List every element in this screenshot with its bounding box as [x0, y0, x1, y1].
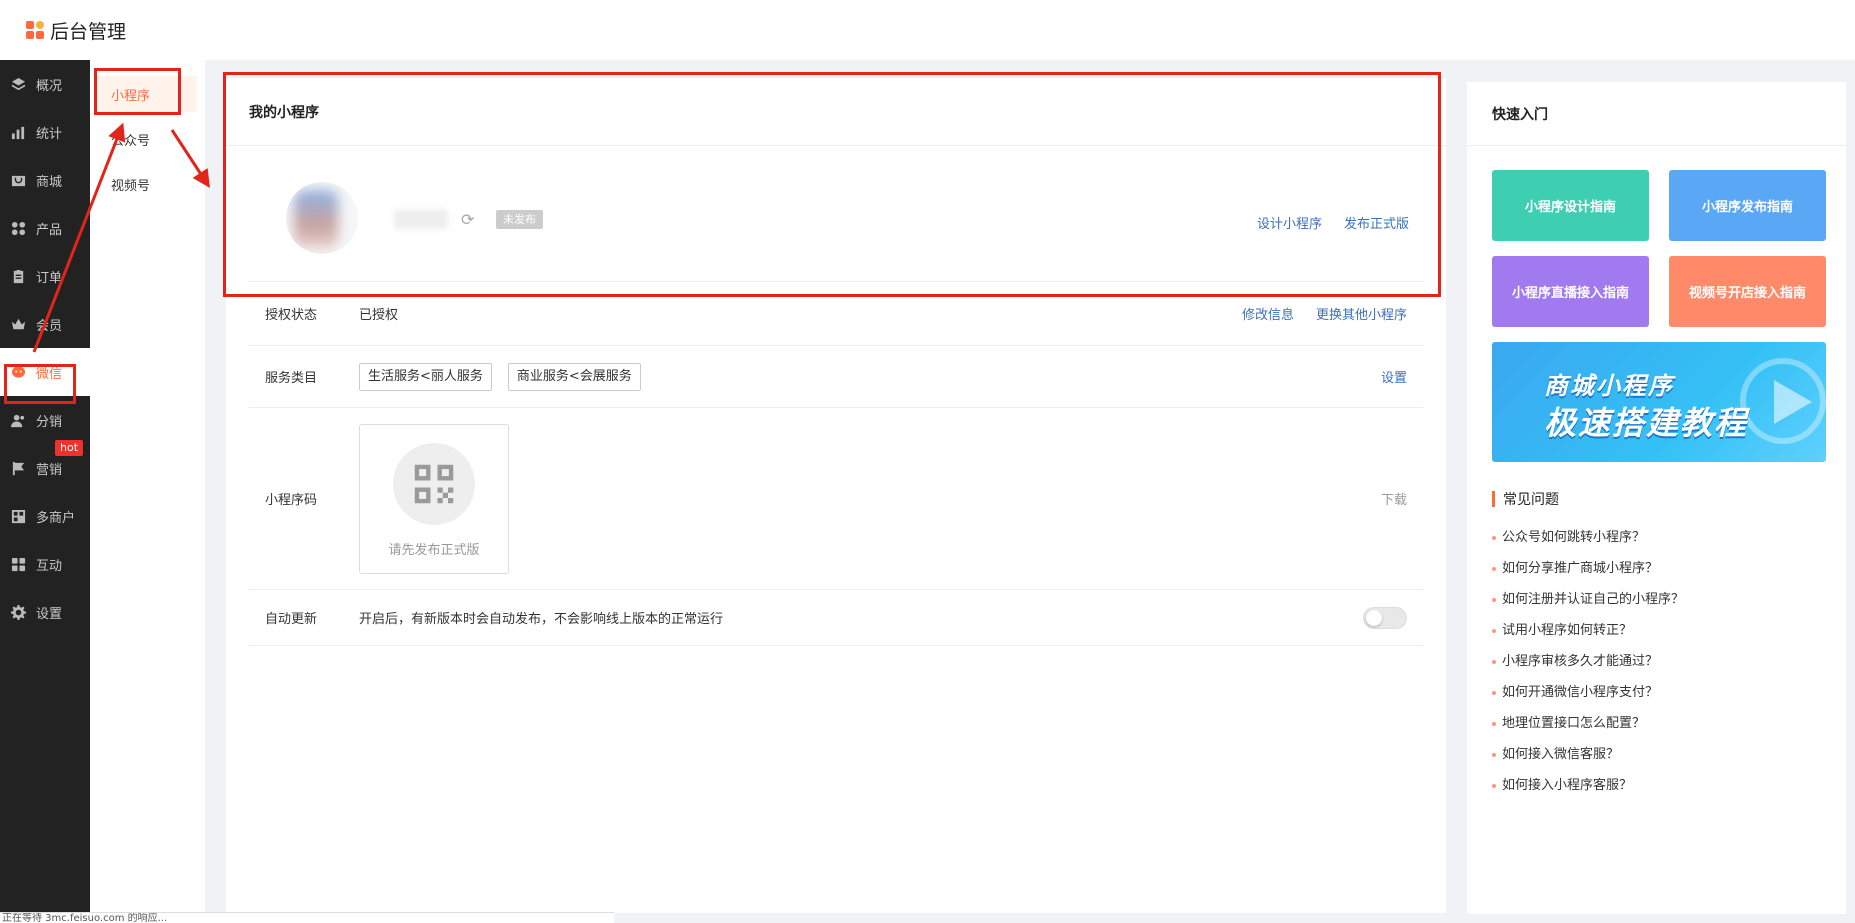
chart-icon: [10, 124, 26, 140]
tile-video-shop-guide[interactable]: 视频号开店接入指南: [1669, 256, 1826, 327]
layers-icon: [10, 76, 26, 92]
sidebar-item-multi-merchant[interactable]: 多商户: [0, 492, 90, 540]
faq-item[interactable]: 如何分享推广商城小程序？: [1492, 553, 1684, 584]
flag-icon: [10, 460, 26, 476]
app-title: 后台管理: [50, 20, 127, 43]
sidebar-item-label: 统计: [36, 126, 63, 142]
qrcode-placeholder: 请先发布正式版: [359, 423, 509, 574]
subnav-item-video-account[interactable]: 视频号: [96, 166, 197, 202]
sidebar-item-label: 商城: [36, 174, 63, 190]
design-miniprogram-link[interactable]: 设计小程序: [1257, 213, 1322, 232]
wechat-icon: [10, 364, 26, 380]
shop-icon: [10, 172, 26, 188]
sidebar-item-marketing[interactable]: 营销 hot: [0, 440, 90, 492]
refresh-icon[interactable]: ⟳: [461, 210, 474, 229]
card-title: 我的小程序: [226, 78, 1446, 146]
faq-list: 公众号如何跳转小程序？ 如何分享推广商城小程序？ 如何注册并认证自己的小程序？ …: [1492, 522, 1684, 801]
quick-start-tiles: 小程序设计指南 小程序发布指南 小程序直播接入指南 视频号开店接入指南: [1492, 170, 1826, 327]
service-category-row: 服务类目 生活服务<丽人服务 商业服务<会展服务 设置: [249, 346, 1423, 408]
sidebar-item-orders[interactable]: 订单: [0, 252, 90, 300]
sidebar-item-label: 产品: [36, 222, 63, 238]
banner-line2: 极速搭建教程: [1544, 404, 1749, 442]
status-badge: 未发布: [496, 210, 543, 229]
quick-start-title: 快速入门: [1467, 82, 1846, 146]
sidebar-item-label: 会员: [36, 318, 63, 334]
download-qrcode-link[interactable]: 下载: [1381, 489, 1407, 508]
auto-update-label: 自动更新: [265, 612, 318, 627]
sidebar-item-stats[interactable]: 统计: [0, 108, 90, 156]
subnav-item-miniprogram[interactable]: 小程序: [96, 76, 197, 112]
miniprogram-actions: 设计小程序 发布正式版: [1257, 213, 1409, 232]
faq-item[interactable]: 如何开通微信小程序支付？: [1492, 677, 1684, 708]
switch-miniprogram-link[interactable]: 更换其他小程序: [1316, 304, 1407, 323]
faq-title: 常见问题: [1492, 489, 1559, 509]
play-icon: [1774, 380, 1812, 424]
miniprogram-avatar: [286, 182, 358, 254]
sidebar-item-distribution[interactable]: 分销: [0, 396, 90, 444]
top-header: 后台管理: [0, 0, 1855, 60]
grid-icon: [10, 220, 26, 236]
primary-sidebar: 概况 统计 商城 产品 订单 会员 微信 分销 营销 hot 多商户 互动 设置: [0, 60, 90, 923]
qrcode-label: 小程序码: [265, 493, 318, 508]
sidebar-item-label: 设置: [36, 606, 63, 622]
banner-line1: 商城小程序: [1544, 372, 1674, 400]
category-tag: 生活服务<丽人服务: [359, 362, 492, 391]
qrcode-icon: [393, 442, 475, 525]
sidebar-item-label: 多商户: [36, 510, 76, 526]
sidebar-item-label: 分销: [36, 414, 63, 430]
tile-design-guide[interactable]: 小程序设计指南: [1492, 170, 1649, 241]
app-logo-icon: [26, 21, 44, 39]
sidebar-item-label: 微信: [36, 366, 63, 382]
faq-item[interactable]: 试用小程序如何转正？: [1492, 615, 1684, 646]
tutorial-banner[interactable]: 商城小程序 极速搭建教程: [1492, 342, 1826, 462]
sidebar-item-settings[interactable]: 设置: [0, 588, 90, 636]
users-icon: [10, 412, 26, 428]
store-icon: [10, 508, 26, 524]
gear-icon: [10, 604, 26, 620]
sidebar-item-label: 互动: [36, 558, 63, 574]
my-miniprogram-card: 我的小程序 ⟳ 未发布 设计小程序 发布正式版 授权状态 已授权 修改信息 更换…: [226, 78, 1446, 913]
miniprogram-summary: ⟳ 未发布 设计小程序 发布正式版: [249, 146, 1423, 282]
publish-release-link[interactable]: 发布正式版: [1344, 213, 1409, 232]
faq-item[interactable]: 如何接入小程序客服？: [1492, 770, 1684, 801]
qrcode-hint: 请先发布正式版: [388, 542, 480, 558]
service-category-label: 服务类目: [265, 371, 318, 386]
clipboard-icon: [10, 268, 26, 284]
apps-icon: [10, 556, 26, 572]
auth-status-label: 授权状态: [265, 308, 318, 323]
sidebar-item-label: 概况: [36, 78, 63, 94]
sidebar-item-members[interactable]: 会员: [0, 300, 90, 348]
auto-update-description: 开启后，有新版本时会自动发布，不会影响线上版本的正常运行: [359, 612, 724, 627]
quick-start-panel: 快速入门 小程序设计指南 小程序发布指南 小程序直播接入指南 视频号开店接入指南…: [1467, 82, 1846, 914]
secondary-sidebar: 小程序 公众号 视频号: [90, 60, 205, 923]
auto-update-row: 自动更新 开启后，有新版本时会自动发布，不会影响线上版本的正常运行: [249, 590, 1423, 646]
faq-item[interactable]: 地理位置接口怎么配置？: [1492, 708, 1684, 739]
sidebar-item-overview[interactable]: 概况: [0, 60, 90, 108]
sidebar-item-products[interactable]: 产品: [0, 204, 90, 252]
tile-live-guide[interactable]: 小程序直播接入指南: [1492, 256, 1649, 327]
crown-icon: [10, 316, 26, 332]
qrcode-row: 小程序码 请先发布正式版 下载: [249, 408, 1423, 590]
auth-status-row: 授权状态 已授权 修改信息 更换其他小程序: [249, 282, 1423, 346]
sidebar-item-label: 订单: [36, 270, 63, 286]
sidebar-item-interaction[interactable]: 互动: [0, 540, 90, 588]
edit-info-link[interactable]: 修改信息: [1242, 304, 1294, 323]
subnav-item-official-account[interactable]: 公众号: [96, 121, 197, 157]
sidebar-item-wechat[interactable]: 微信: [0, 348, 90, 396]
hot-badge: hot: [55, 440, 84, 456]
browser-status-bar: 正在等待 3mc.feisuo.com 的响应...: [0, 912, 614, 923]
faq-item[interactable]: 小程序审核多久才能通过？: [1492, 646, 1684, 677]
category-tag: 商业服务<会展服务: [507, 362, 641, 391]
category-settings-link[interactable]: 设置: [1381, 367, 1407, 386]
sidebar-item-label: 营销: [36, 462, 63, 478]
miniprogram-name-redacted: [394, 209, 448, 229]
faq-item[interactable]: 公众号如何跳转小程序？: [1492, 522, 1684, 553]
tile-publish-guide[interactable]: 小程序发布指南: [1669, 170, 1826, 241]
auto-update-toggle[interactable]: [1363, 606, 1407, 629]
faq-item[interactable]: 如何接入微信客服？: [1492, 739, 1684, 770]
auth-status-value: 已授权: [359, 308, 399, 323]
faq-item[interactable]: 如何注册并认证自己的小程序？: [1492, 584, 1684, 615]
sidebar-item-shop[interactable]: 商城: [0, 156, 90, 204]
